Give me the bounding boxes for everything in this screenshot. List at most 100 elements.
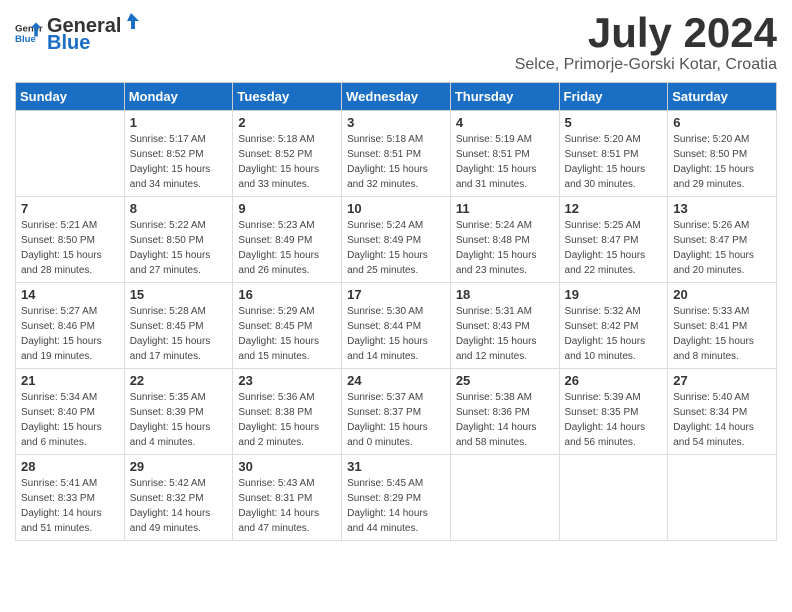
calendar-cell: 25 Sunrise: 5:38 AM Sunset: 8:36 PM Dayli… — [450, 369, 559, 455]
calendar-table: SundayMondayTuesdayWednesdayThursdayFrid… — [15, 82, 777, 541]
day-info: Sunrise: 5:17 AM Sunset: 8:52 PM Dayligh… — [130, 132, 228, 192]
day-info: Sunrise: 5:30 AM Sunset: 8:44 PM Dayligh… — [347, 304, 445, 364]
location-title: Selce, Primorje-Gorski Kotar, Croatia — [515, 56, 777, 74]
day-number: 7 — [21, 201, 119, 216]
day-info: Sunrise: 5:38 AM Sunset: 8:36 PM Dayligh… — [456, 390, 554, 450]
day-number: 11 — [456, 201, 554, 216]
day-info: Sunrise: 5:41 AM Sunset: 8:33 PM Dayligh… — [21, 476, 119, 536]
day-number: 9 — [238, 201, 336, 216]
day-info: Sunrise: 5:26 AM Sunset: 8:47 PM Dayligh… — [673, 218, 771, 278]
calendar-cell — [668, 455, 777, 541]
day-info: Sunrise: 5:32 AM Sunset: 8:42 PM Dayligh… — [565, 304, 663, 364]
calendar-week-row: 14 Sunrise: 5:27 AM Sunset: 8:46 PM Dayli… — [16, 283, 777, 369]
calendar-cell: 15Sunrise: 5:28 AM Sunset: 8:45 PM Dayli… — [124, 283, 233, 369]
calendar-cell: 31Sunrise: 5:45 AM Sunset: 8:29 PM Dayli… — [342, 455, 451, 541]
calendar-week-row: 21 Sunrise: 5:34 AM Sunset: 8:40 PM Dayli… — [16, 369, 777, 455]
header-cell-tuesday: Tuesday — [233, 83, 342, 111]
day-number: 5 — [565, 115, 663, 130]
calendar-cell: 26Sunrise: 5:39 AM Sunset: 8:35 PM Dayli… — [559, 369, 668, 455]
day-number: 20 — [673, 287, 771, 302]
day-number: 16 — [238, 287, 336, 302]
day-number: 3 — [347, 115, 445, 130]
header-cell-saturday: Saturday — [668, 83, 777, 111]
calendar-week-row: 28 Sunrise: 5:41 AM Sunset: 8:33 PM Dayli… — [16, 455, 777, 541]
calendar-cell: 17 Sunrise: 5:30 AM Sunset: 8:44 PM Dayli… — [342, 283, 451, 369]
day-number: 29 — [130, 459, 228, 474]
day-number: 27 — [673, 373, 771, 388]
calendar-header-row: SundayMondayTuesdayWednesdayThursdayFrid… — [16, 83, 777, 111]
day-number: 6 — [673, 115, 771, 130]
svg-text:Blue: Blue — [15, 33, 36, 44]
calendar-cell — [16, 111, 125, 197]
day-number: 2 — [238, 115, 336, 130]
calendar-cell: 14 Sunrise: 5:27 AM Sunset: 8:46 PM Dayli… — [16, 283, 125, 369]
day-info: Sunrise: 5:20 AM Sunset: 8:50 PM Dayligh… — [673, 132, 771, 192]
header-cell-sunday: Sunday — [16, 83, 125, 111]
day-info: Sunrise: 5:20 AM Sunset: 8:51 PM Dayligh… — [565, 132, 663, 192]
calendar-cell: 3 Sunrise: 5:18 AM Sunset: 8:51 PM Daylig… — [342, 111, 451, 197]
calendar-cell: 24 Sunrise: 5:37 AM Sunset: 8:37 PM Dayli… — [342, 369, 451, 455]
day-number: 12 — [565, 201, 663, 216]
day-number: 14 — [21, 287, 119, 302]
day-number: 24 — [347, 373, 445, 388]
day-info: Sunrise: 5:36 AM Sunset: 8:38 PM Dayligh… — [238, 390, 336, 450]
logo-icon: General Blue — [15, 19, 43, 47]
day-number: 1 — [130, 115, 228, 130]
day-info: Sunrise: 5:25 AM Sunset: 8:47 PM Dayligh… — [565, 218, 663, 278]
day-number: 22 — [130, 373, 228, 388]
day-info: Sunrise: 5:18 AM Sunset: 8:51 PM Dayligh… — [347, 132, 445, 192]
calendar-cell: 2 Sunrise: 5:18 AM Sunset: 8:52 PM Daylig… — [233, 111, 342, 197]
day-number: 23 — [238, 373, 336, 388]
day-number: 13 — [673, 201, 771, 216]
calendar-cell: 16 Sunrise: 5:29 AM Sunset: 8:45 PM Dayli… — [233, 283, 342, 369]
logo-arrow-icon — [121, 10, 143, 32]
calendar-cell: 9Sunrise: 5:23 AM Sunset: 8:49 PM Daylig… — [233, 197, 342, 283]
month-title: July 2024 — [515, 10, 777, 56]
day-info: Sunrise: 5:21 AM Sunset: 8:50 PM Dayligh… — [21, 218, 119, 278]
day-number: 21 — [21, 373, 119, 388]
header-cell-friday: Friday — [559, 83, 668, 111]
calendar-cell: 23 Sunrise: 5:36 AM Sunset: 8:38 PM Dayli… — [233, 369, 342, 455]
calendar-cell: 18 Sunrise: 5:31 AM Sunset: 8:43 PM Dayli… — [450, 283, 559, 369]
day-number: 10 — [347, 201, 445, 216]
day-number: 28 — [21, 459, 119, 474]
calendar-cell: 22 Sunrise: 5:35 AM Sunset: 8:39 PM Dayli… — [124, 369, 233, 455]
calendar-cell: 7 Sunrise: 5:21 AM Sunset: 8:50 PM Daylig… — [16, 197, 125, 283]
day-info: Sunrise: 5:40 AM Sunset: 8:34 PM Dayligh… — [673, 390, 771, 450]
day-info: Sunrise: 5:37 AM Sunset: 8:37 PM Dayligh… — [347, 390, 445, 450]
day-info: Sunrise: 5:24 AM Sunset: 8:49 PM Dayligh… — [347, 218, 445, 278]
day-info: Sunrise: 5:43 AM Sunset: 8:31 PM Dayligh… — [238, 476, 336, 536]
day-info: Sunrise: 5:33 AM Sunset: 8:41 PM Dayligh… — [673, 304, 771, 364]
calendar-cell: 20 Sunrise: 5:33 AM Sunset: 8:41 PM Dayli… — [668, 283, 777, 369]
calendar-cell: 29 Sunrise: 5:42 AM Sunset: 8:32 PM Dayli… — [124, 455, 233, 541]
day-number: 18 — [456, 287, 554, 302]
day-info: Sunrise: 5:29 AM Sunset: 8:45 PM Dayligh… — [238, 304, 336, 364]
calendar-cell: 1 Sunrise: 5:17 AM Sunset: 8:52 PM Daylig… — [124, 111, 233, 197]
logo: General Blue General Blue — [15, 10, 143, 55]
calendar-body: 1 Sunrise: 5:17 AM Sunset: 8:52 PM Daylig… — [16, 111, 777, 541]
day-info: Sunrise: 5:34 AM Sunset: 8:40 PM Dayligh… — [21, 390, 119, 450]
day-number: 25 — [456, 373, 554, 388]
day-number: 31 — [347, 459, 445, 474]
calendar-cell — [559, 455, 668, 541]
calendar-cell: 8Sunrise: 5:22 AM Sunset: 8:50 PM Daylig… — [124, 197, 233, 283]
calendar-cell: 11Sunrise: 5:24 AM Sunset: 8:48 PM Dayli… — [450, 197, 559, 283]
day-number: 15 — [130, 287, 228, 302]
calendar-cell: 30 Sunrise: 5:43 AM Sunset: 8:31 PM Dayli… — [233, 455, 342, 541]
day-number: 4 — [456, 115, 554, 130]
day-info: Sunrise: 5:18 AM Sunset: 8:52 PM Dayligh… — [238, 132, 336, 192]
calendar-cell: 12 Sunrise: 5:25 AM Sunset: 8:47 PM Dayli… — [559, 197, 668, 283]
day-info: Sunrise: 5:42 AM Sunset: 8:32 PM Dayligh… — [130, 476, 228, 536]
day-info: Sunrise: 5:19 AM Sunset: 8:51 PM Dayligh… — [456, 132, 554, 192]
calendar-week-row: 1 Sunrise: 5:17 AM Sunset: 8:52 PM Daylig… — [16, 111, 777, 197]
svg-text:General: General — [15, 23, 43, 34]
day-info: Sunrise: 5:31 AM Sunset: 8:43 PM Dayligh… — [456, 304, 554, 364]
calendar-cell: 21 Sunrise: 5:34 AM Sunset: 8:40 PM Dayli… — [16, 369, 125, 455]
day-info: Sunrise: 5:27 AM Sunset: 8:46 PM Dayligh… — [21, 304, 119, 364]
day-info: Sunrise: 5:35 AM Sunset: 8:39 PM Dayligh… — [130, 390, 228, 450]
day-number: 30 — [238, 459, 336, 474]
calendar-cell: 4 Sunrise: 5:19 AM Sunset: 8:51 PM Daylig… — [450, 111, 559, 197]
calendar-cell: 5 Sunrise: 5:20 AM Sunset: 8:51 PM Daylig… — [559, 111, 668, 197]
day-number: 17 — [347, 287, 445, 302]
day-number: 8 — [130, 201, 228, 216]
